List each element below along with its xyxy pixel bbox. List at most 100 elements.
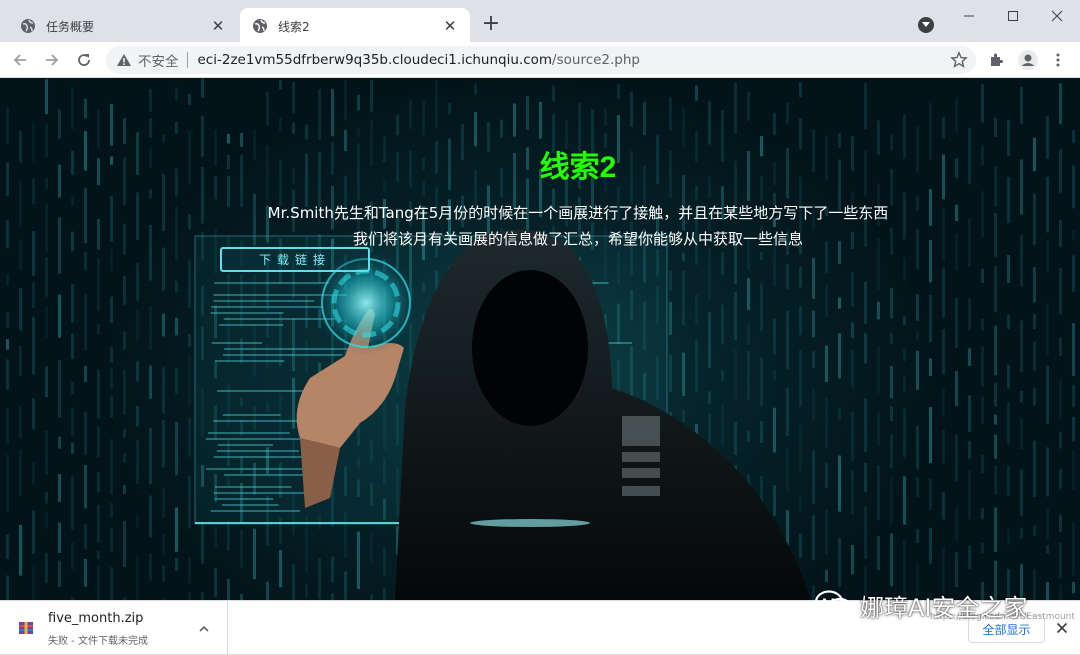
rain-segment [994,466,997,495]
intro-text-line-2: 我们将该月有关画展的信息做了汇总，希望你能够从中获取一些信息 [0,228,1080,249]
rain-segment [357,128,360,136]
tab-search-icon[interactable] [918,17,934,33]
bookmark-star-icon[interactable] [950,51,968,69]
rain-segment [903,409,906,458]
rain-segment [994,415,997,425]
rain-segment [838,456,841,512]
rain-segment [734,350,737,399]
download-link-button[interactable]: 下载链接 [220,247,370,272]
rain-segment [175,422,178,475]
rain-segment [58,110,61,139]
rain-segment [669,302,672,335]
rain-segment [968,546,971,569]
address-bar[interactable]: 不安全 eci-2ze1vm55dfrberw9q35b.cloudeci1.i… [106,46,976,74]
rain-segment [266,582,269,600]
rain-segment [357,532,360,589]
rain-segment [825,463,828,488]
close-tab-icon[interactable]: ✕ [442,18,458,34]
globe-icon [20,18,36,34]
tab-clue-2[interactable]: 线索2 ✕ [240,8,470,44]
rain-segment [851,322,854,338]
rain-segment [396,115,399,135]
download-item[interactable]: five_month.zip 失败 - 文件下载未完成 [0,601,228,655]
rain-segment [305,125,308,140]
rain-segment [1007,402,1010,444]
rain-segment [136,406,139,426]
rain-segment [6,107,9,143]
rain-segment [448,103,451,114]
rain-segment [19,525,22,576]
rain-segment [1059,380,1062,417]
rain-segment [799,267,802,288]
rain-segment [1059,268,1062,314]
new-tab-button[interactable]: + [480,14,502,36]
rain-segment [110,347,113,362]
rain-segment [812,311,815,338]
rain-segment [279,118,282,131]
minimize-icon[interactable] [946,0,992,32]
rain-segment [903,257,906,281]
rain-segment [812,450,815,503]
rain-segment [97,551,100,559]
close-tab-icon[interactable]: ✕ [210,18,226,34]
rain-segment [32,398,35,429]
menu-more-icon[interactable] [1046,48,1070,72]
reload-icon[interactable] [72,48,96,72]
forward-icon[interactable] [40,48,64,72]
rain-segment [110,527,113,551]
rain-segment [149,307,152,350]
warning-icon[interactable] [116,52,132,68]
close-window-icon[interactable] [1034,0,1080,32]
rain-segment [682,353,685,397]
rain-segment [994,266,997,312]
rain-segment [708,312,711,367]
close-shelf-icon[interactable] [1054,620,1070,636]
rain-segment [383,588,386,600]
rain-segment [409,100,412,129]
rain-segment [1072,385,1075,407]
url-host: eci-2ze1vm55dfrberw9q35b.cloudeci1.ichun… [198,52,553,68]
rain-segment [331,557,334,583]
rain-segment [799,496,802,512]
rain-segment [175,508,178,552]
rain-segment [838,407,841,420]
rain-segment [149,553,152,580]
rain-segment [981,455,984,474]
profile-avatar-icon[interactable] [1016,48,1040,72]
chevron-up-icon[interactable] [196,621,212,637]
maximize-icon[interactable] [990,0,1036,32]
rain-segment [812,515,815,560]
back-icon[interactable] [8,48,32,72]
tab-task-overview[interactable]: 任务概要 ✕ [8,8,238,44]
rain-segment [188,593,191,600]
rain-segment [1020,469,1023,516]
rain-segment [786,102,789,123]
rain-segment [942,430,945,463]
rain-segment [955,97,958,132]
rain-segment [812,258,815,299]
rain-segment [58,360,61,417]
rain-segment [97,258,100,310]
security-label[interactable]: 不安全 [138,50,179,70]
rain-segment [903,377,906,393]
rain-segment [942,329,945,374]
extensions-icon[interactable] [984,48,1008,72]
rain-segment [955,507,958,541]
rain-segment [851,412,854,461]
rain-segment [123,521,126,567]
rain-segment [149,366,152,399]
rain-segment [6,455,9,512]
rain-segment [682,271,685,325]
rain-segment [682,410,685,422]
wechat-logo-icon [814,589,854,621]
rain-segment [435,80,438,129]
rain-segment [825,510,828,555]
rain-segment [71,408,74,436]
rain-segment [916,331,919,340]
rain-segment [1072,521,1075,575]
rain-segment [877,302,880,320]
rain-segment [162,565,165,581]
rain-segment [994,326,997,376]
rain-segment [1059,469,1062,489]
rain-segment [1072,417,1075,442]
